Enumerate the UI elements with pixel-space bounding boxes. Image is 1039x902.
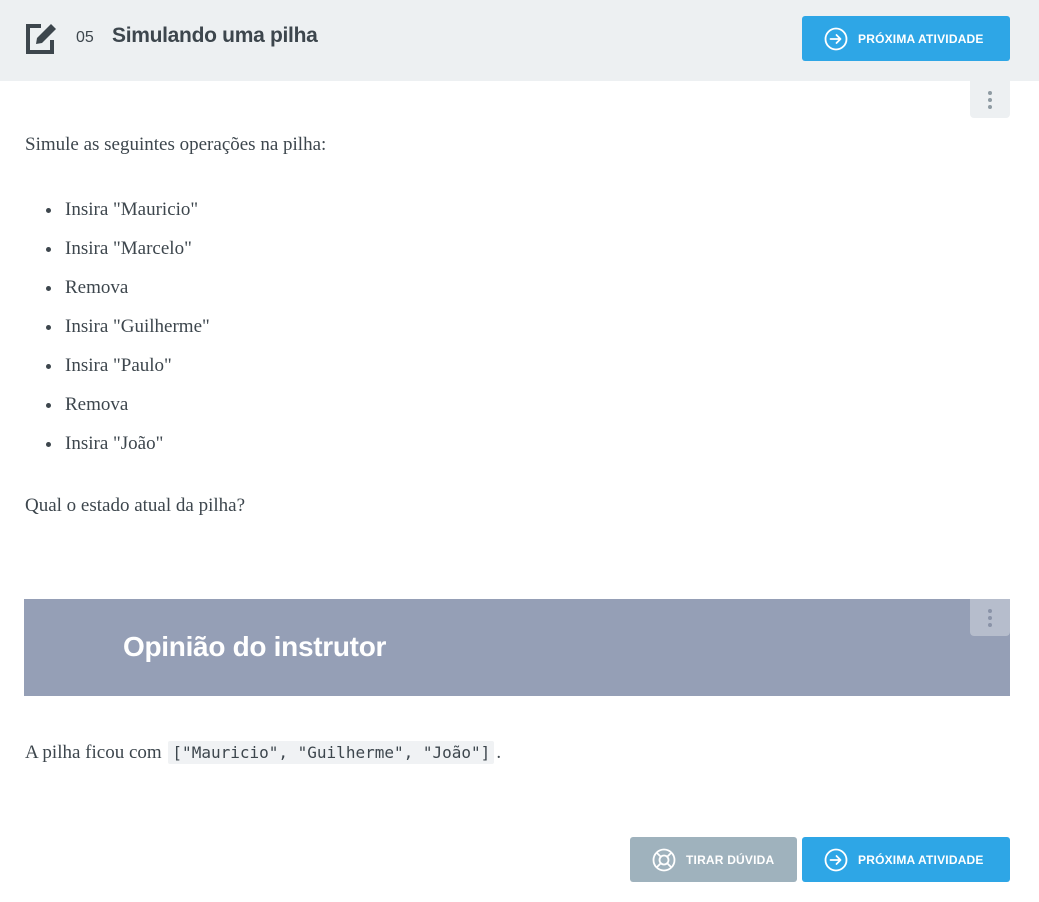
list-item: Remova [46, 393, 210, 432]
answer-prefix: A pilha ficou com [25, 742, 162, 763]
list-item: Insira "João" [46, 432, 210, 471]
list-item: Insira "Paulo" [46, 354, 210, 393]
task-menu-button[interactable] [970, 81, 1010, 118]
lifebuoy-icon [652, 848, 676, 871]
arrow-right-circle-icon [824, 27, 848, 50]
task-header: 05 Simulando uma pilha PRÓXIMA ATIVIDADE [0, 0, 1039, 81]
instructor-opinion-banner: Opinião do instrutor [24, 599, 1010, 696]
answer-code: ["Mauricio", "Guilherme", "João"] [168, 741, 495, 764]
task-number: 05 [76, 29, 94, 46]
answer-suffix: . [496, 742, 502, 763]
task-intro: Simule as seguintes operações na pilha: [25, 134, 327, 155]
kebab-menu-icon [988, 90, 992, 95]
next-activity-button[interactable]: PRÓXIMA ATIVIDADE [802, 837, 1010, 882]
list-item: Insira "Mauricio" [46, 198, 210, 237]
next-activity-label: PRÓXIMA ATIVIDADE [858, 852, 984, 867]
instructor-opinion-title: Opinião do instrutor [123, 631, 387, 662]
list-item: Remova [46, 276, 210, 315]
ask-question-label: TIRAR DÚVIDA [686, 852, 775, 867]
edit-icon [26, 24, 56, 54]
page-title: Simulando uma pilha [112, 24, 318, 47]
kebab-menu-icon [988, 608, 992, 613]
arrow-right-circle-icon [824, 848, 848, 871]
ask-question-button[interactable]: TIRAR DÚVIDA [630, 837, 797, 882]
list-item: Insira "Guilherme" [46, 315, 210, 354]
task-question: Qual o estado atual da pilha? [25, 495, 246, 516]
list-item: Insira "Marcelo" [46, 237, 210, 276]
opinion-menu-button[interactable] [970, 599, 1010, 636]
next-activity-button[interactable]: PRÓXIMA ATIVIDADE [802, 16, 1010, 61]
instructor-answer: A pilha ficou com ["Mauricio", "Guilherm… [25, 741, 502, 764]
next-activity-label: PRÓXIMA ATIVIDADE [858, 31, 984, 46]
operations-list: Insira "Mauricio" Insira "Marcelo" Remov… [46, 198, 210, 471]
